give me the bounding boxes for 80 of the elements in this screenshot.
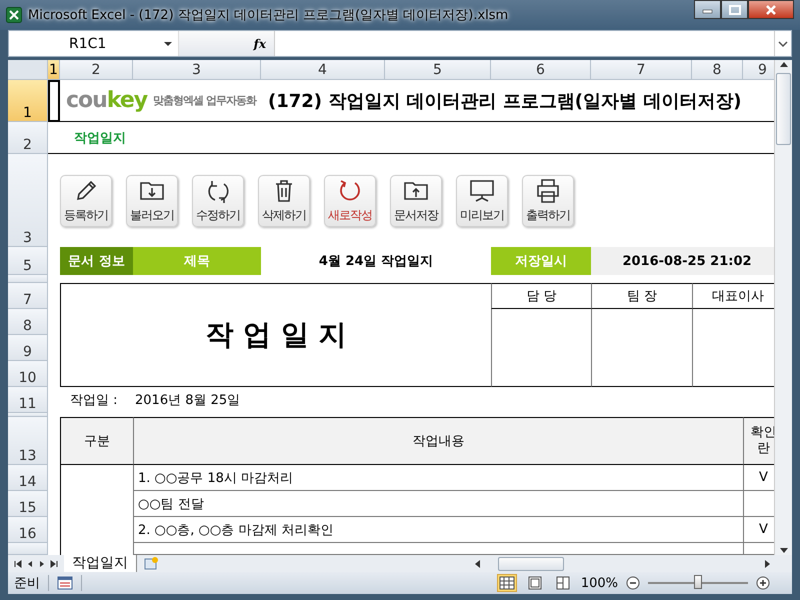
scrollbar-thumb[interactable] <box>776 73 792 145</box>
scroll-left-icon[interactable] <box>473 558 482 568</box>
cell-reference: R1C1 <box>69 36 106 52</box>
row-header[interactable]: 14 <box>8 465 48 491</box>
zoom-level[interactable]: 100% <box>580 576 618 590</box>
row-header[interactable]: 3 <box>8 154 48 247</box>
column-header[interactable]: 3 <box>133 60 261 80</box>
next-sheet-icon[interactable] <box>38 560 46 568</box>
info-label: 문서 정보 <box>60 247 133 275</box>
toolbar-button[interactable]: 출력하기 <box>522 174 574 226</box>
maximize-icon <box>728 4 740 14</box>
normal-view-icon <box>498 575 515 591</box>
status-text: 준비 <box>14 575 40 592</box>
row-header[interactable]: 8 <box>8 309 48 335</box>
insert-function-button[interactable]: fx <box>254 36 266 50</box>
column-header[interactable]: 9 <box>743 60 774 80</box>
column-heading: 작업내용 <box>412 433 464 450</box>
row-header[interactable]: 9 <box>8 335 48 361</box>
row-header[interactable]: 7 <box>8 283 48 309</box>
printer-icon <box>534 177 562 205</box>
sheet-tab[interactable]: 작업일지 <box>64 555 137 572</box>
date-label: 작업일 : <box>69 392 119 410</box>
row-header[interactable]: 1 <box>8 80 48 122</box>
column-header[interactable]: 8 <box>692 60 743 80</box>
info-value: 2016-08-25 21:02 <box>591 247 774 275</box>
row-header[interactable]: 13 <box>8 417 48 465</box>
row-header[interactable]: 5 <box>8 247 48 275</box>
page-layout-view-icon <box>526 575 543 591</box>
view-button[interactable] <box>496 574 517 592</box>
first-sheet-icon[interactable] <box>14 560 22 568</box>
scroll-right-icon[interactable] <box>763 558 772 568</box>
info-label: 저장일시 <box>491 247 591 275</box>
toolbar-button[interactable]: 삭제하기 <box>258 174 310 226</box>
approval-label: 담 당 <box>491 283 591 309</box>
info-label: 제목 <box>133 247 261 275</box>
macro-record-icon[interactable] <box>57 576 73 590</box>
minimize-button[interactable] <box>694 0 721 19</box>
info-value: 4월 24일 작업일지 <box>318 253 434 271</box>
window-title: Microsoft Excel - (172) 작업일지 데이터관리 프로그램(일자별 데이터저장).xlsm <box>28 7 508 24</box>
form-heading: 작 업 일 지 <box>60 283 491 387</box>
zoom-out-icon[interactable] <box>626 576 640 590</box>
new-sheet-icon[interactable] <box>143 556 159 571</box>
maximize-button[interactable] <box>721 0 748 19</box>
column-header[interactable]: 5 <box>385 60 491 80</box>
page-break-view-icon <box>554 575 571 591</box>
row-header[interactable]: 11 <box>8 387 48 413</box>
table-cell: 1. ○○공무 18시 마감처리 <box>133 465 743 491</box>
row-header[interactable]: 16 <box>8 517 48 543</box>
dropdown-arrow-icon <box>164 42 172 46</box>
toolbar-button[interactable]: 수정하기 <box>192 174 244 226</box>
close-icon <box>765 4 777 16</box>
previous-sheet-icon[interactable] <box>26 560 34 568</box>
column-heading: 구분 <box>84 433 110 450</box>
row-header[interactable]: 15 <box>8 491 48 517</box>
scroll-up-icon[interactable] <box>778 60 789 69</box>
brand-tagline: 맞춤형엑셀 업무자동화 <box>153 93 256 108</box>
toolbar-button[interactable]: 미리보기 <box>456 174 508 226</box>
row-header[interactable]: 2 <box>8 122 48 154</box>
column-header[interactable]: 7 <box>591 60 692 80</box>
column-header[interactable]: 4 <box>261 60 385 80</box>
horizontal-scrollbar-thumb[interactable] <box>498 556 564 570</box>
table-cell: 2. ○○층, ○○층 마감제 처리확인 <box>133 517 743 543</box>
last-sheet-icon[interactable] <box>50 560 58 568</box>
column-header[interactable]: 6 <box>491 60 591 80</box>
approval-label: 팀 장 <box>591 283 692 309</box>
toolbar-button[interactable]: 등록하기 <box>60 174 112 226</box>
date-value: 2016년 8월 25일 <box>134 392 242 410</box>
row-header[interactable]: 10 <box>8 361 48 387</box>
close-button[interactable] <box>748 0 794 19</box>
program-title: (172) 작업일지 데이터관리 프로그램(일자별 데이터저장) <box>268 90 742 112</box>
toolbar-button[interactable]: 문서저장 <box>390 174 442 226</box>
excel-logo-icon <box>6 7 22 23</box>
zoom-in-icon[interactable] <box>756 576 770 590</box>
brand-logo: coukey <box>66 88 148 113</box>
column-header[interactable]: 2 <box>60 60 133 80</box>
column-header[interactable]: 1 <box>48 60 60 80</box>
zoom-slider-thumb[interactable] <box>694 575 702 589</box>
toolbar-button[interactable]: 불러오기 <box>126 174 178 226</box>
toolbar-button[interactable]: 새로작성 <box>324 174 376 226</box>
table-cell: ○○팀 전달 <box>133 491 743 517</box>
